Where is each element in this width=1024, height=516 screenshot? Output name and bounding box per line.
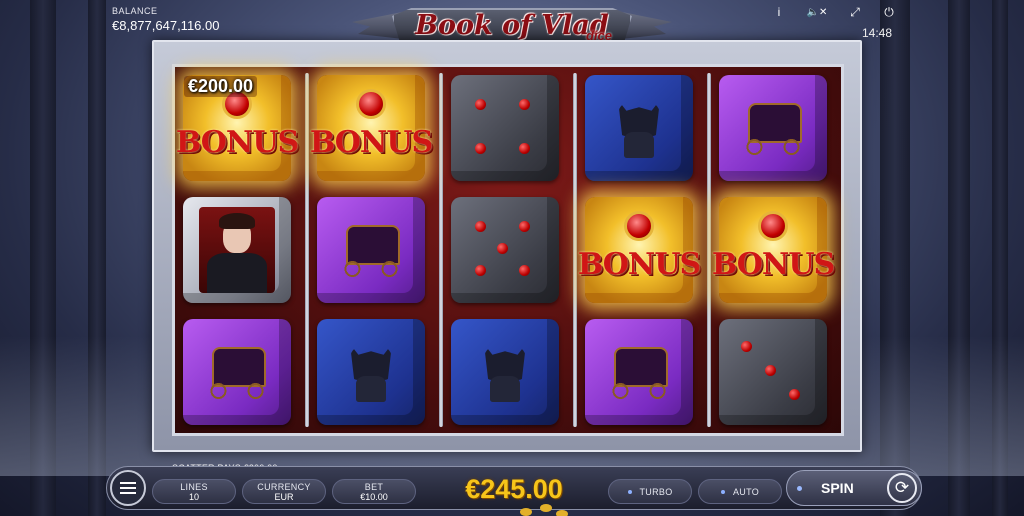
gargoyle-symbol — [585, 75, 693, 181]
carriage-icon — [606, 341, 672, 403]
gargoyle-icon — [610, 96, 668, 160]
turbo-indicator — [627, 489, 632, 494]
reel-divider — [305, 73, 309, 427]
gargoyle-symbol — [317, 319, 425, 425]
currency-label: CURRENCY — [257, 481, 311, 492]
bonus-text: BONUS — [577, 246, 701, 282]
gargoyle-symbol — [451, 319, 559, 425]
bonus-book-symbol: BONUS — [712, 197, 835, 303]
spin-indicator — [797, 486, 802, 491]
bonus-text: BONUS — [175, 124, 299, 160]
carriage-symbol — [585, 319, 693, 425]
reel-frame: BONUS BONUS BONUS BONUS — [152, 40, 862, 452]
currency-selector[interactable]: CURRENCY EUR — [242, 479, 326, 504]
bonus-book-symbol: BONUS — [578, 197, 701, 303]
reel-divider — [573, 73, 577, 427]
spin-label: SPIN — [821, 480, 854, 496]
carriage-symbol — [719, 75, 827, 181]
dice-pip — [519, 99, 530, 110]
gargoyle-icon — [476, 340, 534, 404]
dice-pip — [765, 365, 776, 376]
dice-pip — [475, 143, 486, 154]
gargoyle-icon — [342, 340, 400, 404]
carriage-symbol — [183, 319, 291, 425]
lines-label: LINES — [180, 481, 208, 492]
carriage-icon — [338, 219, 404, 281]
bet-value: €10.00 — [360, 491, 388, 502]
reel-divider — [439, 73, 443, 427]
win-label: €200.00 — [184, 76, 258, 97]
coin — [520, 508, 532, 516]
carriage-symbol — [317, 197, 425, 303]
currency-value: EUR — [274, 491, 294, 502]
info-icon[interactable]: i — [772, 5, 786, 19]
lines-selector[interactable]: LINES 10 — [152, 479, 236, 504]
coin — [556, 510, 568, 516]
dice-pip — [519, 143, 530, 154]
vlad-portrait-symbol — [183, 197, 291, 303]
bonus-text: BONUS — [309, 124, 433, 160]
dice-pip — [789, 389, 800, 400]
dice-pip — [475, 221, 486, 232]
ruby-gem-icon — [356, 89, 386, 119]
dice-pip — [519, 221, 530, 232]
clock: 14:48 — [861, 26, 892, 40]
win-amount: €245.00 — [465, 474, 563, 504]
power-icon[interactable]: ⏻ — [882, 5, 896, 19]
bonus-text: BONUS — [711, 246, 835, 282]
balance: BALANCE €8,877,647,116.00 — [112, 6, 219, 33]
grey-dice-symbol — [451, 197, 559, 303]
grey-dice-symbol — [719, 319, 827, 425]
dice-pip — [475, 99, 486, 110]
spin-icon[interactable]: ⟳ — [887, 473, 917, 503]
reel-divider — [707, 73, 711, 427]
reels-area: BONUS BONUS BONUS BONUS — [172, 64, 844, 436]
bet-selector[interactable]: BET €10.00 — [332, 479, 416, 504]
auto-indicator — [720, 489, 725, 494]
dice-pip — [475, 265, 486, 276]
grey-dice-symbol — [451, 75, 559, 181]
lines-value: 10 — [188, 491, 199, 502]
hamburger-icon — [120, 487, 136, 489]
spin-button[interactable]: SPIN ⟳ — [786, 470, 922, 506]
balance-label: BALANCE — [112, 6, 158, 16]
coin — [540, 504, 552, 512]
dice-pip — [741, 341, 752, 352]
turbo-toggle[interactable]: TURBO — [608, 479, 692, 504]
auto-toggle[interactable]: AUTO — [698, 479, 782, 504]
dice-pip — [497, 243, 508, 254]
dice-pip — [519, 265, 530, 276]
auto-label: AUTO — [732, 486, 760, 497]
logo-title: Book of Vlad — [415, 10, 609, 41]
turbo-label: TURBO — [639, 486, 673, 497]
menu-button[interactable] — [110, 470, 146, 506]
ruby-gem-icon — [624, 211, 654, 241]
carriage-icon — [740, 97, 806, 159]
vampire-icon — [199, 207, 275, 293]
balance-value: €8,877,647,116.00 — [112, 18, 220, 33]
sound-icon[interactable]: 🔈✕ — [806, 5, 828, 19]
fullscreen-icon[interactable]: ⤢ — [848, 5, 862, 19]
bet-label: BET — [364, 481, 384, 492]
top-icons: i 🔈✕ ⤢ ⏻ — [772, 5, 896, 20]
carriage-icon — [204, 341, 270, 403]
ruby-gem-icon — [758, 211, 788, 241]
bonus-book-symbol: BONUS — [310, 75, 433, 181]
